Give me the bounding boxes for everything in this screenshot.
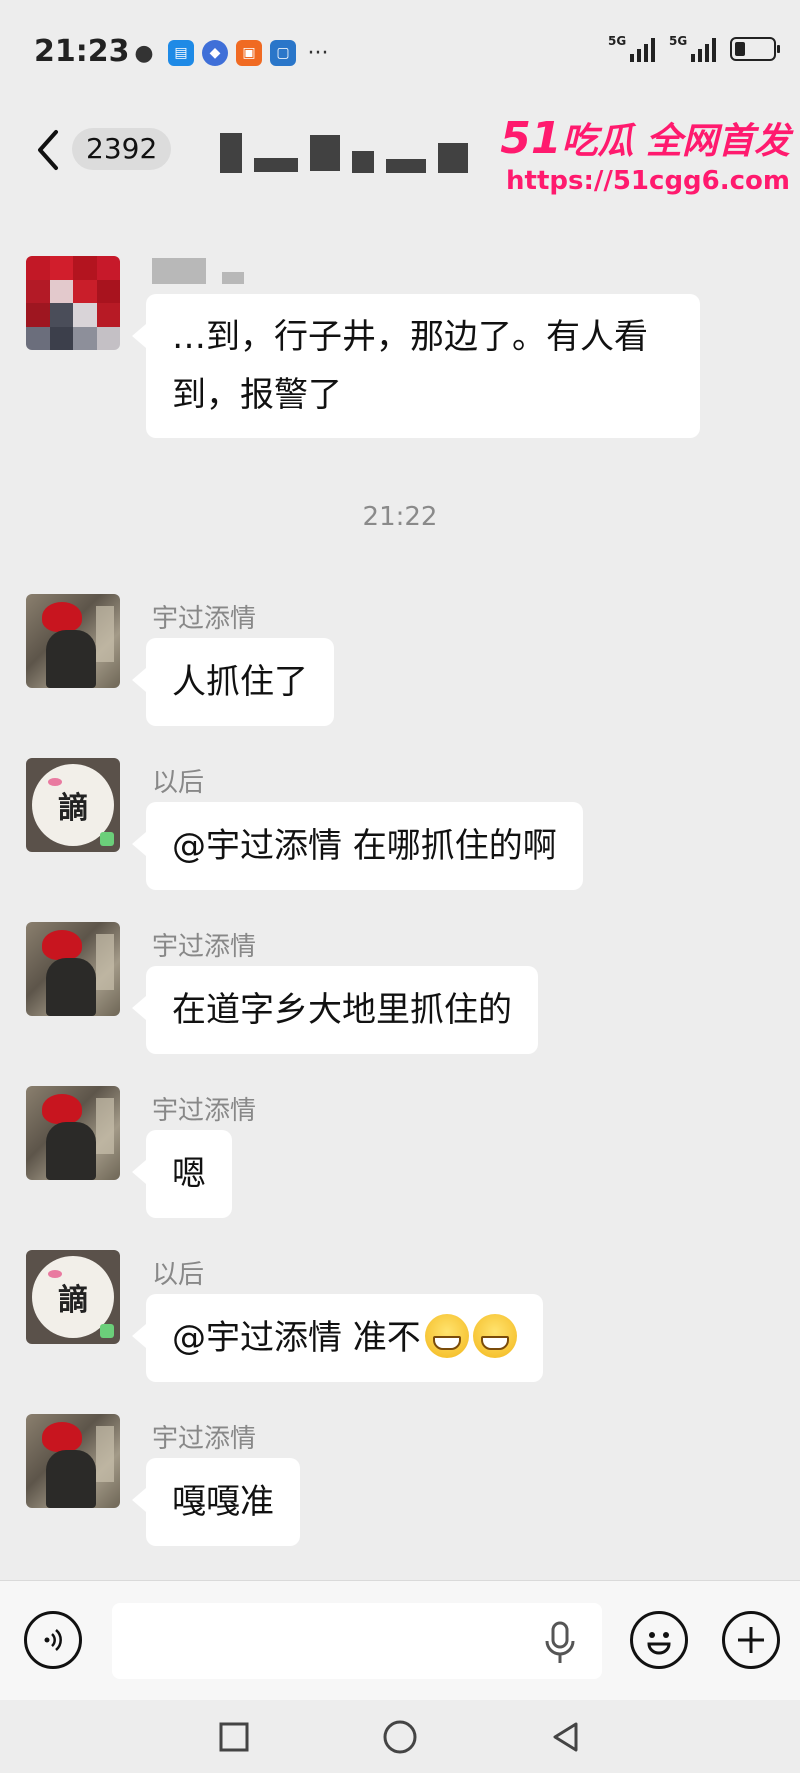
reader-icon: ▤ [168,40,194,66]
wechat-icon: ● [134,40,154,66]
status-time: 21:23 [34,34,130,69]
message-text: @宇过添情 准不 [172,1318,421,1358]
sender-name: 以后 [152,1260,205,1290]
grin-emoji-icon [424,1313,469,1358]
app-icon: ▢ [270,40,296,66]
avatar[interactable] [26,1414,120,1508]
mic-icon[interactable] [540,1619,580,1667]
avatar[interactable] [26,1086,120,1180]
compass-icon: ◆ [202,40,228,66]
avatar[interactable] [26,922,120,1016]
sender-name: 宇过添情 [152,932,257,962]
unread-count-badge[interactable]: 2392 [72,128,172,170]
status-app-icons: ● ▤ ◆ ▣ ▢ ··· [128,40,332,66]
chat-title-redacted [220,130,520,176]
more-icon: ··· [307,40,329,66]
sender-name: 宇过添情 [152,1424,257,1454]
message-input[interactable] [112,1603,602,1679]
message-bubble[interactable]: @宇过添情 在哪抓住的啊 [132,802,583,890]
recent-apps-icon[interactable] [216,1719,252,1755]
signal-icon: 5G [608,34,655,62]
back-icon[interactable] [548,1719,584,1755]
status-indicators: 5G 5G [608,34,780,62]
avatar[interactable] [26,594,120,688]
message-bubble[interactable]: 在道字乡大地里抓住的 [132,966,538,1054]
watermark-url: https://51cgg6.com [506,166,790,196]
message-bubble[interactable]: 人抓住了 [132,638,334,726]
watermark: 51吃瓜 全网首发 https://51cgg6.com [490,112,790,196]
avatar[interactable] [26,256,120,350]
chevron-left-icon[interactable] [28,122,68,178]
home-icon[interactable] [382,1719,418,1755]
voice-icon[interactable] [24,1611,82,1669]
message-bubble[interactable]: 嗯 [132,1130,232,1218]
shop-icon: ▣ [236,40,262,66]
message-bubble[interactable]: @宇过添情 准不 [132,1294,543,1382]
watermark-logo: 51吃瓜 全网首发 [500,113,790,164]
avatar[interactable]: 謫 [26,1250,120,1344]
message-bubble[interactable]: 嘎嘎准 [132,1458,300,1546]
message-bubble[interactable]: …到，行子井，那边了。有人看到，报警了 [132,294,700,438]
avatar[interactable]: 謫 [26,758,120,852]
timestamp: 21:22 [362,502,438,532]
sender-name-redacted [152,258,244,284]
battery-icon [730,37,780,61]
signal-icon: 5G [669,34,716,62]
smile-icon[interactable] [630,1611,688,1669]
input-bar [0,1580,800,1701]
status-bar: 21:23 ● ▤ ◆ ▣ ▢ ··· 5G 5G [0,0,800,100]
grin-emoji-icon [472,1313,517,1358]
sender-name: 宇过添情 [152,604,257,634]
system-nav-bar [0,1700,800,1773]
sender-name: 以后 [152,768,205,798]
sender-name: 宇过添情 [152,1096,257,1126]
plus-icon[interactable] [722,1611,780,1669]
